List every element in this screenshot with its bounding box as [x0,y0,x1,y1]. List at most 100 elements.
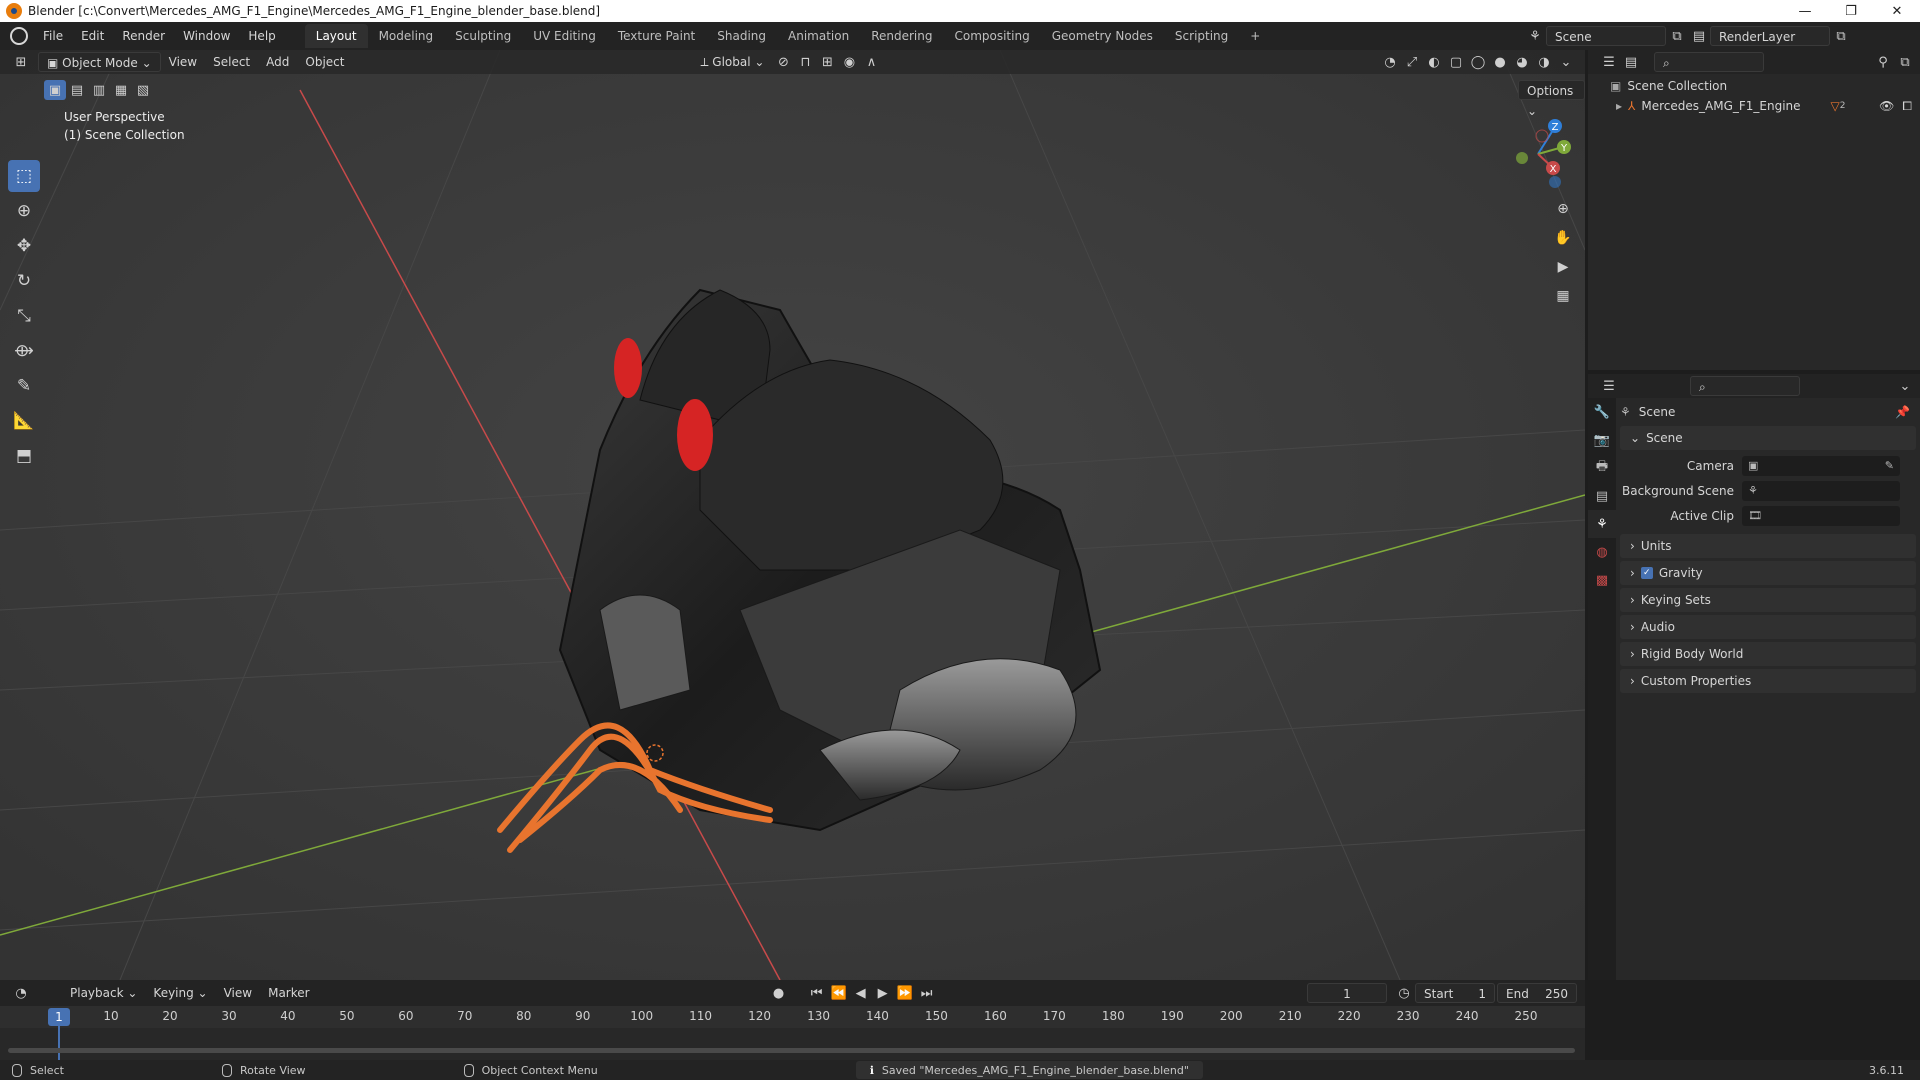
rendered-shading-icon[interactable]: ◑ [1533,52,1555,72]
gizmo-toggle-icon[interactable]: ⤢ [1401,52,1423,72]
overlay-toggle-icon[interactable]: ◐ [1423,52,1445,72]
panel-rigid-body-world[interactable]: › Rigid Body World [1620,642,1916,666]
tab-modeling[interactable]: Modeling [368,24,445,48]
new-scene-icon[interactable]: ⧉ [1666,26,1688,46]
tab-layout[interactable]: Layout [304,24,368,48]
tab-geometry-nodes[interactable]: Geometry Nodes [1041,24,1164,48]
camera-field[interactable]: ▣ ✎ [1742,455,1900,476]
render-tab-icon[interactable]: 📷 [1588,426,1616,454]
panel-scene[interactable]: ⌄ Scene [1620,426,1916,450]
timeline-editor-type-icon[interactable]: ◔ [10,983,32,1003]
pin-icon[interactable]: 📌 [1895,405,1910,419]
tab-animation[interactable]: Animation [777,24,860,48]
3d-viewport[interactable]: ⊞ ▣ Object Mode ⌄ View Select Add Object… [0,50,1585,980]
panel-audio[interactable]: › Audio [1620,615,1916,639]
current-frame-field[interactable]: 1 [1307,983,1387,1003]
properties-options-icon[interactable]: ⌄ [1894,376,1916,396]
minimize-button[interactable]: — [1782,0,1828,22]
falloff-icon[interactable]: ∧ [860,52,882,72]
add-cube-tool-icon[interactable]: ⬒ [8,440,40,472]
cursor-tool-icon[interactable]: ⊕ [8,195,40,227]
close-button[interactable]: ✕ [1874,0,1920,22]
play-icon[interactable]: ▶ [872,983,894,1003]
auto-keying-icon[interactable]: ● [768,983,790,1003]
menu-edit[interactable]: Edit [72,22,113,50]
world-tab-icon[interactable]: ◍ [1588,538,1616,566]
zoom-icon[interactable]: ⊕ [1550,196,1576,222]
panel-gravity[interactable]: › ✓ Gravity [1620,561,1916,585]
pivot-icon[interactable]: ⊘ [772,52,794,72]
snap-target-icon[interactable]: ⊞ [816,52,838,72]
timeline-ruler[interactable]: 1 10 20 30 40 50 60 70 80 90 100 110 120 130 140 150 160… [0,1006,1585,1060]
visibility-eye-icon[interactable]: 👁 [1879,99,1894,113]
texture-tab-icon[interactable]: ▩ [1588,566,1616,594]
tab-scripting[interactable]: Scripting [1164,24,1239,48]
select-box-invert-icon[interactable]: ▦ [110,80,132,100]
editor-type-icon[interactable]: ⊞ [10,52,32,72]
panel-units[interactable]: › Units [1620,534,1916,558]
eyedropper-icon[interactable]: ✎ [1885,459,1894,472]
filter-icon[interactable]: ⚲ [1872,52,1894,72]
panel-custom-properties[interactable]: › Custom Properties [1620,669,1916,693]
tab-compositing[interactable]: Compositing [943,24,1040,48]
move-tool-icon[interactable]: ✥ [8,230,40,262]
measure-tool-icon[interactable]: 📐 [8,405,40,437]
jump-end-icon[interactable]: ⏭ [916,983,938,1003]
mode-selector[interactable]: ▣ Object Mode ⌄ [38,52,161,72]
start-frame-field[interactable]: Start 1 [1415,983,1495,1003]
viewport-menu-object[interactable]: Object [297,52,352,72]
viewport-menu-view[interactable]: View [161,52,205,72]
new-view-layer-icon[interactable]: ⧉ [1830,26,1852,46]
outliner-search-input[interactable]: ⌕ [1654,52,1764,72]
annotate-tool-icon[interactable]: ✎ [8,370,40,402]
snap-icon[interactable]: ⊓ [794,52,816,72]
menu-file[interactable]: File [34,22,72,50]
options-button[interactable]: Options ⌄ [1518,80,1585,118]
outliner-editor-type-icon[interactable]: ☰ [1598,52,1620,72]
marker-menu[interactable]: Marker [260,983,317,1003]
select-box-intersect-icon[interactable]: ▧ [132,80,154,100]
jump-start-icon[interactable]: ⏮ [806,983,828,1003]
timeline-scrollbar[interactable] [8,1048,1575,1053]
proportional-edit-icon[interactable]: ◉ [838,52,860,72]
solid-shading-icon[interactable]: ● [1489,52,1511,72]
properties-editor-type-icon[interactable]: ☰ [1598,376,1620,396]
add-workspace-button[interactable]: + [1239,24,1271,48]
tab-texture-paint[interactable]: Texture Paint [607,24,706,48]
play-reverse-icon[interactable]: ◀ [850,983,872,1003]
background-scene-field[interactable]: ⚘ [1742,480,1900,501]
navigation-gizmo[interactable]: Z Y X [1498,114,1578,194]
timeline-view-menu[interactable]: View [216,983,260,1003]
scene-selector[interactable]: Scene [1546,26,1666,46]
jump-keyframe-back-icon[interactable]: ⏪ [828,983,850,1003]
material-shading-icon[interactable]: ◕ [1511,52,1533,72]
scene-icon[interactable]: ⚘ [1524,26,1546,46]
keying-menu[interactable]: Keying ⌄ [145,983,215,1003]
menu-window[interactable]: Window [174,22,239,50]
display-mode-icon[interactable]: ▤ [1620,52,1642,72]
tab-rendering[interactable]: Rendering [860,24,943,48]
menu-render[interactable]: Render [113,22,174,50]
tab-shading[interactable]: Shading [706,24,777,48]
tab-uv-editing[interactable]: UV Editing [522,24,607,48]
pan-hand-icon[interactable]: ✋ [1550,225,1576,251]
xray-toggle-icon[interactable]: ▢ [1445,52,1467,72]
camera-view-icon[interactable]: ▶ [1550,254,1576,280]
playhead[interactable]: 1 [48,1008,70,1026]
view-layer-icon[interactable]: ▤ [1688,26,1710,46]
tab-sculpting[interactable]: Sculpting [444,24,522,48]
tool-tab-icon[interactable]: 🔧 [1588,398,1616,426]
properties-search-input[interactable]: ⌕ [1690,376,1800,396]
scene-tab-icon[interactable]: ⚘ [1588,510,1616,538]
preview-range-icon[interactable]: ◷ [1393,983,1415,1003]
select-box-tool-icon[interactable]: ⬚ [8,160,40,192]
select-box-subtract-icon[interactable]: ▥ [88,80,110,100]
jump-keyframe-forward-icon[interactable]: ⏩ [894,983,916,1003]
gravity-checkbox[interactable]: ✓ [1640,567,1653,579]
view-layer-selector[interactable]: RenderLayer [1710,26,1830,46]
visibility-icon[interactable]: ◔ [1379,52,1401,72]
transform-tool-icon[interactable]: ⟴ [8,335,40,367]
outliner-item-engine[interactable]: ▸ ⅄ Mercedes_AMG_F1_Engine ▽ 2 👁 ⧠ [1588,96,1920,116]
maximize-button[interactable]: ❐ [1828,0,1874,22]
expand-arrow-icon[interactable]: ▸ [1616,99,1622,113]
